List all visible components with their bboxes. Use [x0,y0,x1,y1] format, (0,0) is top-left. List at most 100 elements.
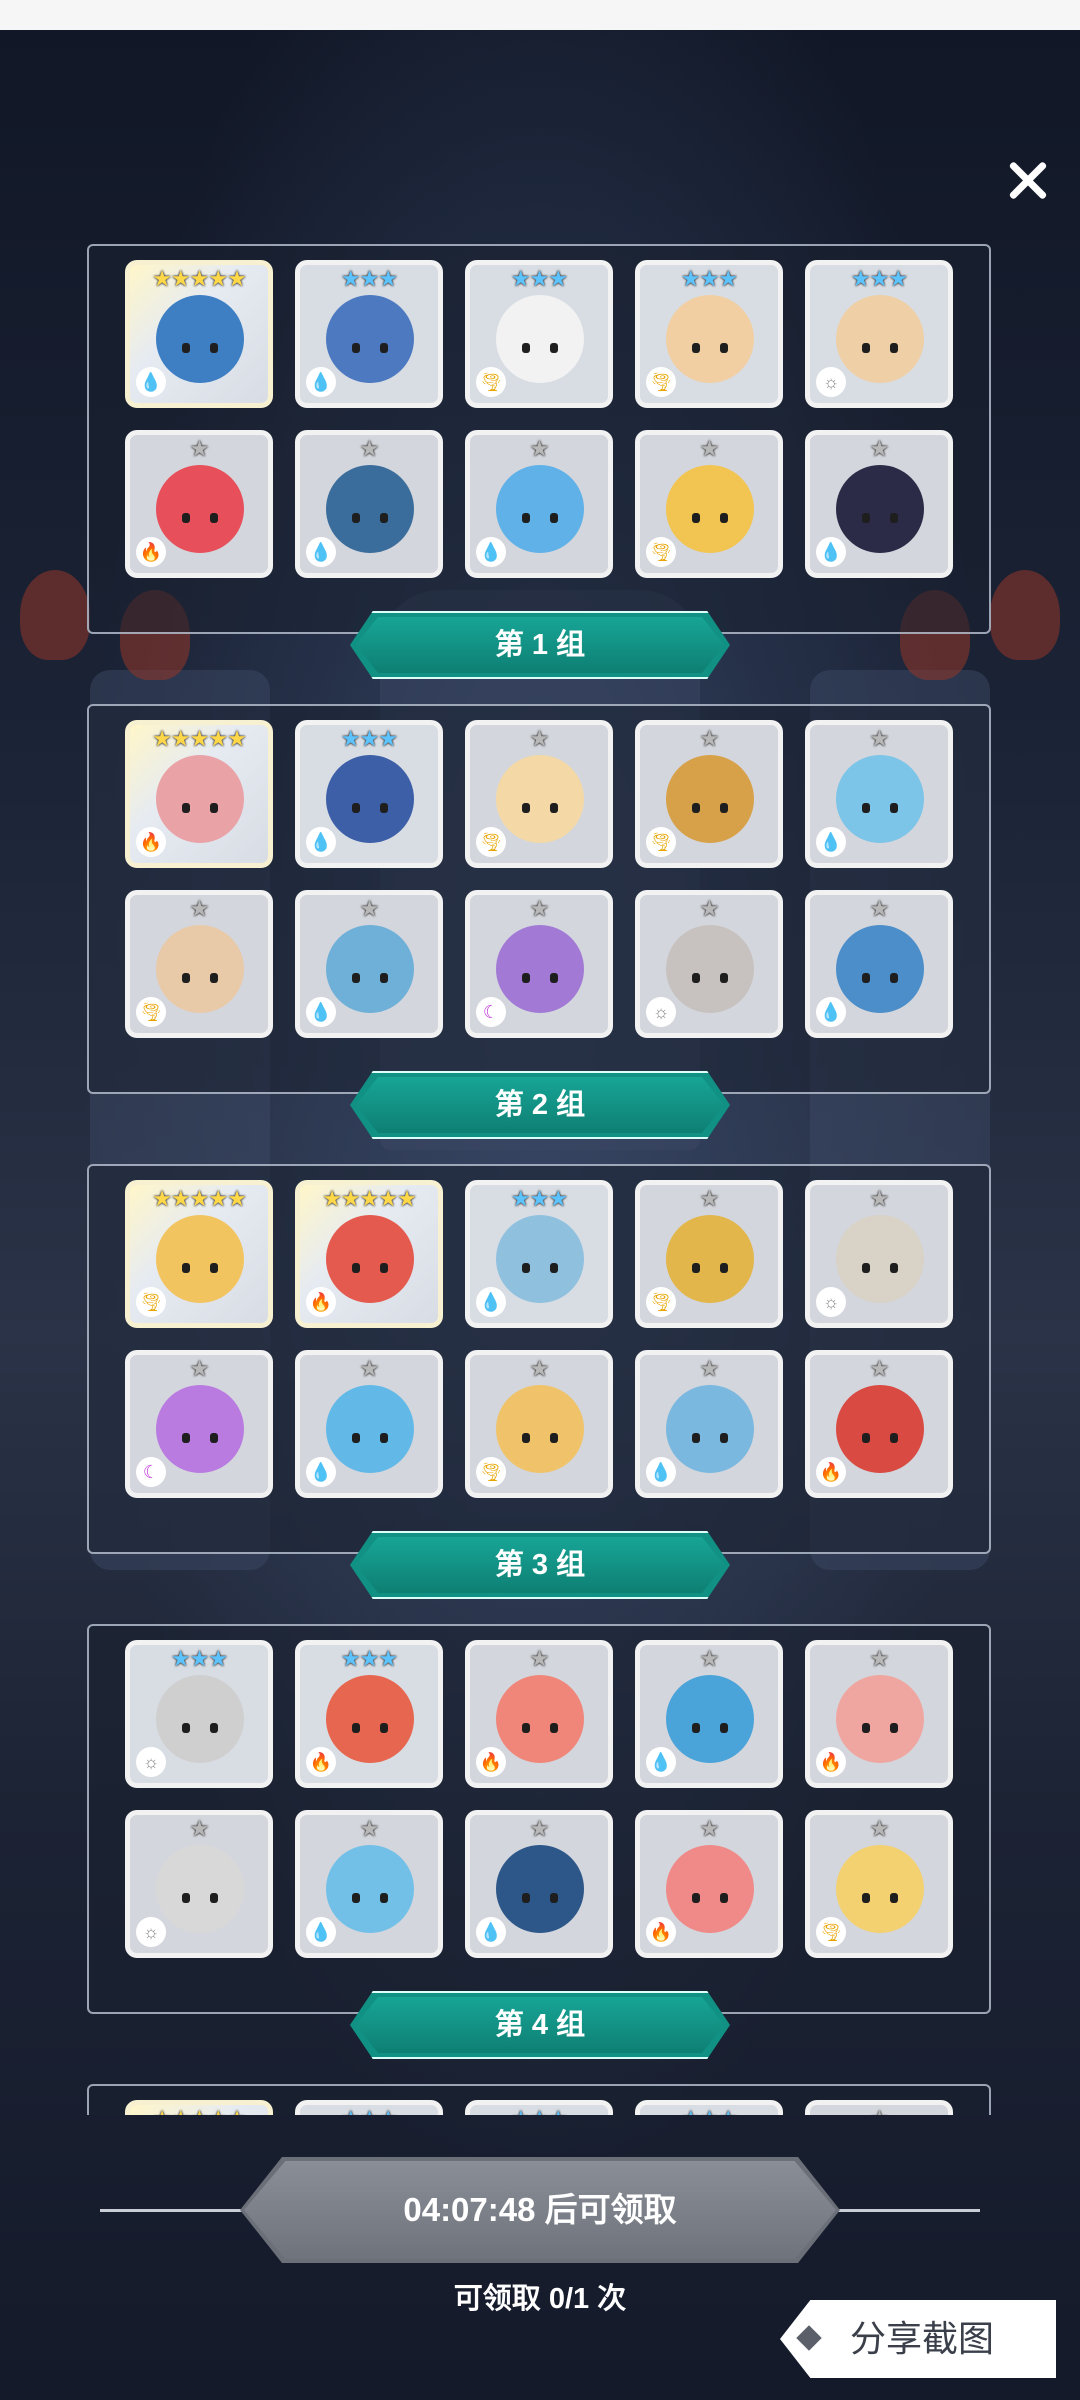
hero-card[interactable]: ★ 🌪 [465,1350,613,1498]
hero-card[interactable]: ★💧 [465,1810,613,1958]
hero-portrait [836,925,924,1013]
hero-portrait [836,1845,924,1933]
group-label-banner: 第 4 组 [350,1991,730,2059]
hero-face [348,513,392,523]
hero-face [348,1263,392,1273]
hero-portrait [326,1215,414,1303]
hero-card[interactable]: ★★★ 🔥 [295,1640,443,1788]
hero-card[interactable]: ★ 🌪 [805,1810,953,1958]
hero-card[interactable]: ★ 🌪 [635,430,783,578]
group-panel: ★★★★★💧 ★★★💧 ★★★💧 ★★★💧 ★💧 [87,2084,991,2115]
hero-card[interactable]: ★★★💧 [295,2100,443,2115]
star-rating-icon: ★ [869,1816,890,1841]
share-screenshot-button[interactable]: 分享截图 [780,2300,1056,2378]
hero-card[interactable]: ★ 🔥 [125,430,273,578]
fire-element-icon: 🔥 [648,1919,674,1945]
star-rating-icon: ★ [699,726,720,751]
hero-card[interactable]: ★💧 [295,1350,443,1498]
hero-card[interactable]: ★💧 [805,890,953,1038]
hero-card[interactable]: ★💧 [295,1810,443,1958]
fire-element-icon: 🔥 [818,1459,844,1485]
water-element-icon: 💧 [648,1749,674,1775]
hero-face [518,513,562,523]
hero-face [688,1893,732,1903]
hero-card[interactable]: ★💧 [805,430,953,578]
star-rating-icon: ★ [189,1816,210,1841]
hero-portrait [156,295,244,383]
light-element-icon: ☼ [648,999,674,1025]
hero-card[interactable]: ★ ☼ [635,890,783,1038]
wind-element-icon: 🌪 [478,829,504,855]
hero-portrait [666,295,754,383]
hero-card[interactable]: ★💧 [805,720,953,868]
hero-card[interactable]: ★ 🔥 [805,1350,953,1498]
star-rating-icon: ★ [869,1356,890,1381]
hero-portrait [496,1675,584,1763]
star-rating-icon: ★ [359,436,380,461]
star-rating-icon: ★ [869,436,890,461]
hero-card[interactable]: ★★★ 🌪 [465,260,613,408]
hero-card[interactable]: ★★★★★💧 [125,260,273,408]
hero-card[interactable]: ★★★★★ 🔥 [295,1180,443,1328]
hero-portrait [496,755,584,843]
claim-timer-button[interactable]: 04:07:48 后可领取 [240,2157,840,2263]
hero-card[interactable]: ★ 🌪 [635,720,783,868]
hero-face [178,973,222,983]
hero-face [688,1723,732,1733]
fire-element-icon: 🔥 [818,1749,844,1775]
star-rating-icon: ★ [699,1186,720,1211]
hero-card[interactable]: ★★★★★💧 [125,2100,273,2115]
star-rating-icon: ★★★ [510,266,568,291]
light-element-icon: ☼ [138,1919,164,1945]
hero-card[interactable]: ★💧 [295,890,443,1038]
hero-card[interactable]: ★ ☼ [125,1810,273,1958]
hero-card[interactable]: ★★★💧 [635,2100,783,2115]
close-icon[interactable] [998,150,1058,210]
star-rating-icon: ★★★ [340,726,398,751]
hero-card[interactable]: ★ ☾ [125,1350,273,1498]
hero-card[interactable]: ★💧 [465,430,613,578]
hero-card[interactable]: ★ ☾ [465,890,613,1038]
hero-card[interactable]: ★ 🔥 [805,1640,953,1788]
star-rating-icon: ★★★★★ [152,266,247,291]
hero-face [858,1263,902,1273]
hero-card[interactable]: ★ 🌪 [465,720,613,868]
hero-card[interactable]: ★★★💧 [465,1180,613,1328]
hero-card[interactable]: ★★★ ☼ [125,1640,273,1788]
hero-card[interactable]: ★★★★★ 🔥 [125,720,273,868]
star-rating-icon: ★ [869,726,890,751]
fire-element-icon: 🔥 [478,1749,504,1775]
water-element-icon: 💧 [308,539,334,565]
hero-card[interactable]: ★💧 [635,1350,783,1498]
hero-card[interactable]: ★★★ 🌪 [635,260,783,408]
hero-grid: ★★★★★💧 ★★★💧 ★★★💧 ★★★💧 ★💧 [125,2100,961,2115]
hero-card[interactable]: ★★★★★ 🌪 [125,1180,273,1328]
hero-card[interactable]: ★★★💧 [295,260,443,408]
group-panel: ★★★ ☼ ★★★ 🔥 ★ 🔥 ★ 💧 ★ 🔥 ★ ☼ ★ 💧 ★ 💧 ★ 🔥 ★ 🌪 [87,1624,991,2014]
timer-divider-right [830,2209,980,2212]
hero-card[interactable]: ★★★ ☼ [805,260,953,408]
hero-card[interactable]: ★★★💧 [465,2100,613,2115]
light-element-icon: ☼ [818,1289,844,1315]
hero-card[interactable]: ★💧 [805,2100,953,2115]
star-rating-icon: ★★★★★ [152,726,247,751]
hero-card[interactable]: ★💧 [295,430,443,578]
water-element-icon: 💧 [308,369,334,395]
hero-portrait [326,925,414,1013]
hero-card[interactable]: ★★★💧 [295,720,443,868]
hero-card[interactable]: ★💧 [635,1640,783,1788]
hero-face [348,1433,392,1443]
star-rating-icon: ★★★ [680,266,738,291]
hero-portrait [156,755,244,843]
hero-card[interactable]: ★ 🔥 [465,1640,613,1788]
hero-grid: ★★★ ☼ ★★★ 🔥 ★ 🔥 ★ 💧 ★ 🔥 ★ ☼ ★ 💧 ★ 💧 ★ 🔥 ★ 🌪 [125,1640,961,1980]
hero-card[interactable]: ★ 🔥 [635,1810,783,1958]
hero-card[interactable]: ★ ☼ [805,1180,953,1328]
star-rating-icon: ★ [359,1816,380,1841]
water-element-icon: 💧 [648,1459,674,1485]
star-rating-icon: ★ [529,896,550,921]
wind-element-icon: 🌪 [648,1289,674,1315]
group-list[interactable]: ★★★★★ 💧 ★★★ 💧 ★★★ 🌪 ★★★ 🌪 ★★★ ☼ ★ 🔥 ★ 💧 ★ 💧 ★ 🌪 ★ 💧 第 1 组 ★★★… [0,240,1080,2115]
hero-card[interactable]: ★ 🌪 [125,890,273,1038]
hero-card[interactable]: ★ 🌪 [635,1180,783,1328]
